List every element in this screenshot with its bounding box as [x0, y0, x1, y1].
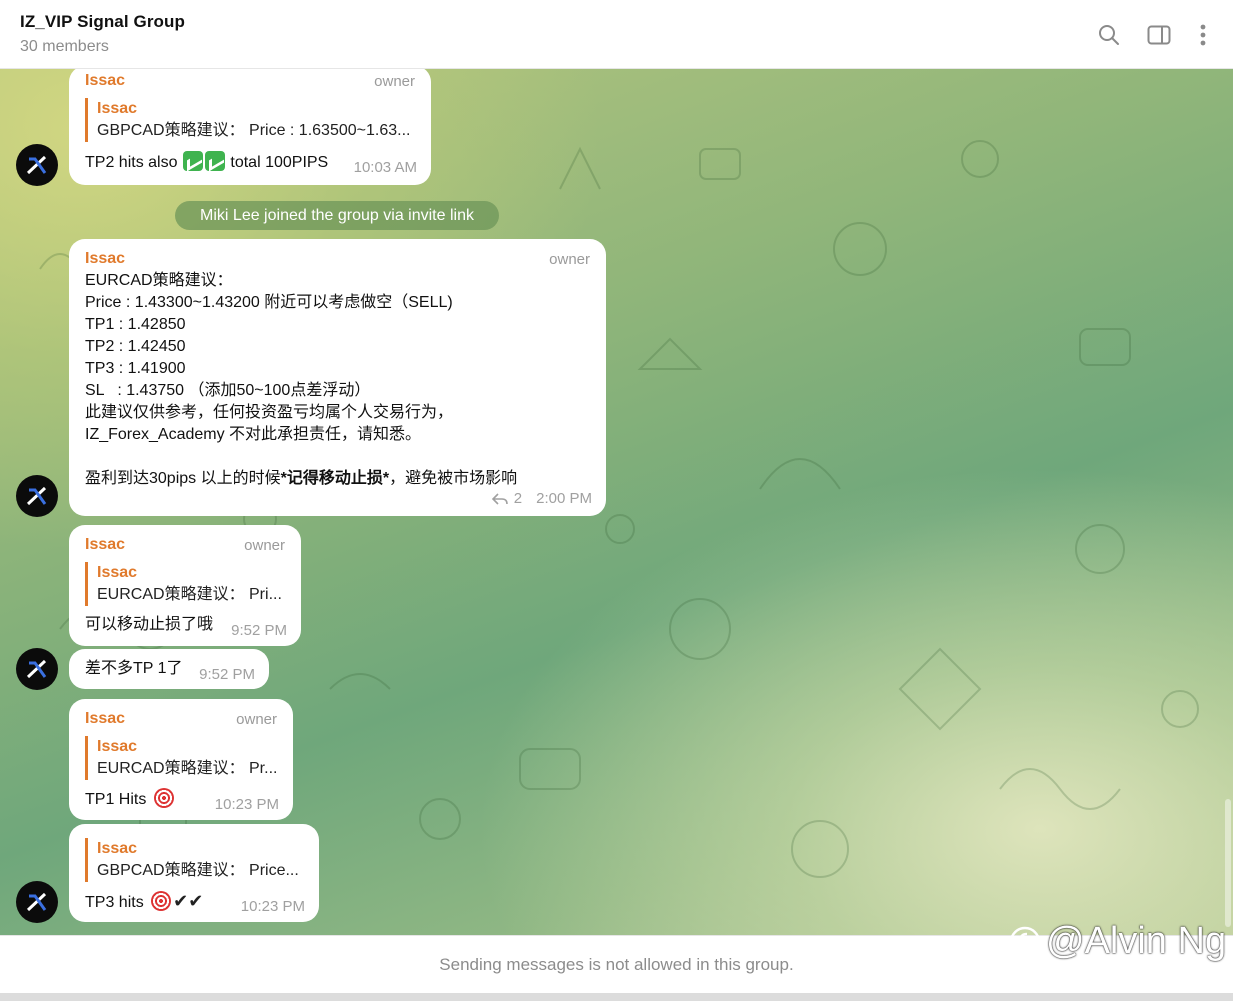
bottom-strip [0, 993, 1233, 1001]
quote-sender: Issac [97, 100, 138, 117]
message-text: EURCAD策略建议： Price : 1.43300~1.43200 附近可以… [85, 270, 517, 490]
message-time: 2:00 PM [536, 490, 592, 507]
message-time: 10:23 PM [214, 796, 279, 813]
text-line: TP1 : 1.42850 [85, 316, 186, 333]
watermark: @Alvin Ng [1008, 920, 1226, 963]
avatar[interactable] [16, 475, 58, 517]
message-text: 差不多TP 1了 [85, 660, 183, 677]
avatar[interactable] [16, 881, 58, 923]
message-text: TP1 Hits [85, 788, 174, 811]
chart-up-emoji-icon [182, 151, 203, 171]
message-bubble[interactable]: Issac owner Issac EURCAD策略建议： Pri... 可以移… [69, 525, 301, 646]
member-count[interactable]: 30 members [20, 38, 109, 56]
message-text: TP2 hits also total 100PIPS [85, 151, 328, 174]
text-part: ，避免被市场影响 [389, 470, 518, 487]
message-text-part: TP3 hits [85, 894, 149, 911]
text-line [85, 446, 517, 468]
message-bubble[interactable]: 差不多TP 1了 9:52 PM [69, 649, 269, 689]
service-message: Miki Lee joined the group via invite lin… [175, 201, 499, 230]
chart-up-emoji-icon [204, 151, 225, 171]
message-time: 10:03 AM [353, 159, 417, 176]
role-badge: owner [549, 251, 590, 268]
watermark-text: @Alvin Ng [1046, 920, 1227, 962]
role-badge: owner [244, 537, 285, 554]
message-text: 可以移动止损了哦 [85, 616, 214, 633]
text-part-bold: *记得移动止损* [280, 470, 390, 487]
text-line: SL : 1.43750 （添加50~100点差浮动） [85, 382, 371, 399]
scrollbar[interactable] [1225, 69, 1231, 935]
direct-hit-target-icon [153, 788, 174, 808]
text-line: Price : 1.43300~1.43200 附近可以考虑做空（SELL) [85, 294, 453, 311]
check-mark-icon: ✔✔ [173, 891, 204, 911]
message-bubble[interactable]: Issac owner Issac EURCAD策略建议： Pr... TP1 … [69, 699, 293, 820]
watermark-logo-icon [1009, 926, 1041, 957]
reply-arrow-icon[interactable] [491, 492, 508, 505]
quote-text: EURCAD策略建议： Pri... [97, 586, 282, 603]
message-bubble[interactable]: Issac owner EURCAD策略建议： Price : 1.43300~… [69, 239, 606, 516]
reply-quote[interactable]: Issac EURCAD策略建议： Pri... [85, 562, 285, 606]
reply-quote[interactable]: Issac EURCAD策略建议： Pr... [85, 736, 277, 780]
message-time: 9:52 PM [231, 622, 287, 639]
more-vertical-icon[interactable] [1190, 22, 1216, 48]
quote-sender: Issac [97, 840, 138, 857]
text-line: TP3 : 1.41900 [85, 360, 186, 377]
search-icon[interactable] [1096, 22, 1122, 48]
text-line: EURCAD策略建议： [85, 272, 233, 289]
quote-text: EURCAD策略建议： Pr... [97, 760, 277, 777]
message-bubble[interactable]: Issac owner Issac GBPCAD策略建议： Price : 1.… [69, 69, 431, 185]
message-text: TP3 hits ✔✔ [85, 890, 203, 914]
text-line: IZ_Forex_Academy 不对此承担责任，请知悉。 [85, 426, 422, 443]
sender-name[interactable]: Issac [85, 250, 125, 268]
reply-quote[interactable]: Issac GBPCAD策略建议： Price : 1.63500~1.63..… [85, 98, 415, 142]
role-badge: owner [374, 73, 415, 90]
text-part: 盈利到达30pips 以上的时候 [85, 470, 281, 487]
quote-sender: Issac [97, 738, 138, 755]
logo-icon [26, 486, 47, 506]
reply-quote[interactable]: Issac GBPCAD策略建议： Price... [85, 838, 303, 882]
message-text-part: total 100PIPS [225, 154, 329, 171]
message-meta: 2 2:00 PM [491, 490, 592, 507]
avatar[interactable] [16, 648, 58, 690]
message-bubble[interactable]: Issac GBPCAD策略建议： Price... TP3 hits ✔✔ 1… [69, 824, 319, 922]
chat-history[interactable]: Miki Lee joined the group via invite lin… [0, 69, 1233, 935]
quote-text: GBPCAD策略建议： Price : 1.63500~1.63... [97, 122, 411, 139]
logo-icon [26, 892, 47, 912]
sender-name[interactable]: Issac [85, 710, 125, 728]
sender-name[interactable]: Issac [85, 72, 125, 90]
role-badge: owner [236, 711, 277, 728]
text-line: TP2 : 1.42450 [85, 338, 186, 355]
sender-name[interactable]: Issac [85, 536, 125, 554]
chat-header: IZ_VIP Signal Group 30 members [0, 0, 1233, 69]
logo-icon [26, 155, 47, 175]
text-line: 此建议仅供参考，任何投资盈亏均属个人交易行为， [85, 404, 454, 421]
message-time: 9:52 PM [199, 666, 255, 683]
quote-sender: Issac [97, 564, 138, 581]
reply-count[interactable]: 2 [514, 490, 522, 507]
direct-hit-target-icon [151, 891, 172, 911]
text-line: 盈利到达30pips 以上的时候*记得移动止损*，避免被市场影响 [85, 468, 517, 490]
quote-text: GBPCAD策略建议： Price... [97, 862, 299, 879]
avatar[interactable] [16, 144, 58, 186]
logo-icon [26, 659, 47, 679]
message-text-part: TP2 hits also [85, 154, 182, 171]
sidebar-toggle-icon[interactable] [1146, 22, 1172, 48]
scroll-thumb[interactable] [1225, 799, 1231, 927]
message-time: 10:23 PM [240, 898, 305, 915]
message-text-part: TP1 Hits [85, 791, 151, 808]
chat-title[interactable]: IZ_VIP Signal Group [20, 12, 185, 32]
